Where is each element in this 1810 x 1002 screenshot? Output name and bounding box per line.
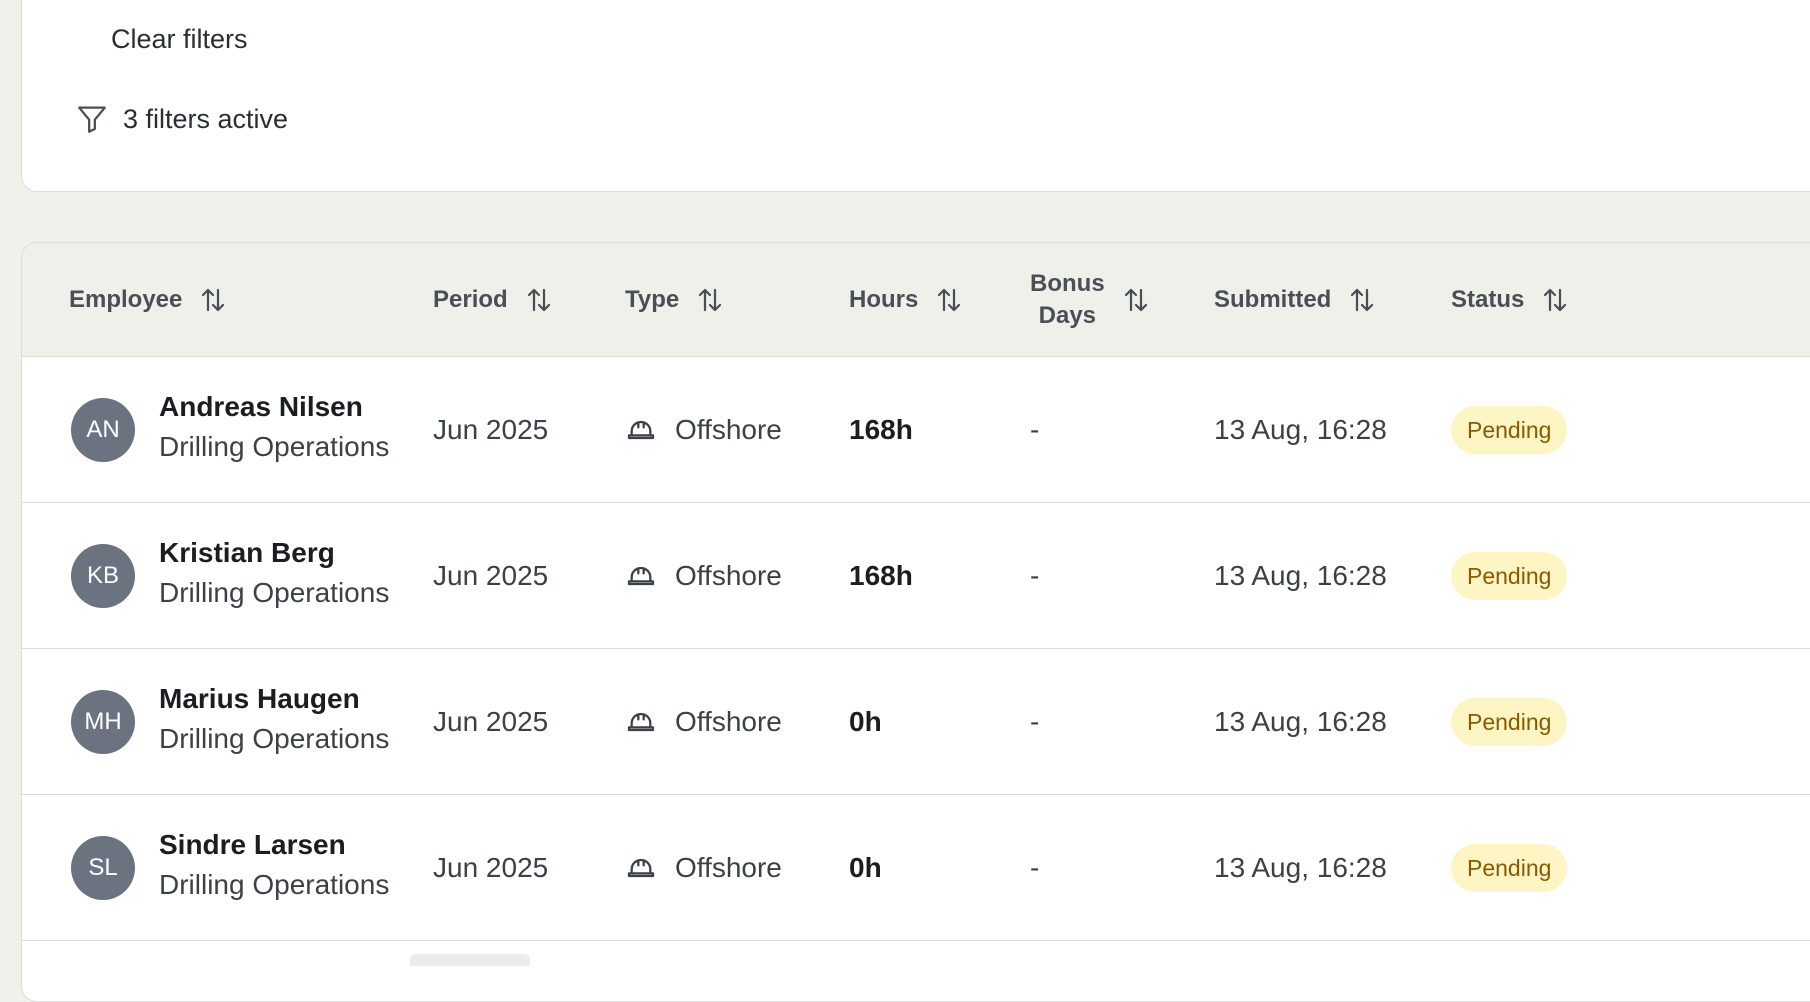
active-filters-text: 3 filters active	[123, 103, 289, 134]
period-cell: Jun 2025	[433, 560, 549, 591]
hours-cell: 0h	[849, 706, 882, 737]
status-badge: Pending	[1451, 406, 1568, 454]
column-header-label-line: Days	[1038, 302, 1097, 329]
column-header-label: Hours	[849, 286, 919, 313]
hard-hat-icon	[627, 420, 655, 440]
employee-department: Drilling Operations	[159, 723, 390, 754]
type-label: Offshore	[675, 560, 782, 591]
status-cell: Pending	[1451, 503, 1568, 649]
column-header-bonus-days[interactable]: Bonus Days	[1030, 243, 1151, 357]
hours-cell: 168h	[849, 560, 913, 591]
column-header-submitted[interactable]: Submitted	[1214, 243, 1377, 357]
type-cell: Offshore	[625, 357, 782, 503]
avatar: SL	[71, 836, 135, 900]
employee-name[interactable]: Marius Haugen	[159, 683, 389, 715]
employee-department: Drilling Operations	[159, 577, 390, 608]
hard-hat-icon	[627, 858, 655, 878]
submitted-cell: 13 Aug, 16:28	[1214, 560, 1387, 591]
status-cell: Pending	[1451, 649, 1568, 795]
sort-arrows-icon[interactable]	[695, 285, 725, 315]
employee-name[interactable]: Kristian Berg	[159, 537, 389, 569]
submitted-cell: 13 Aug, 16:28	[1214, 706, 1387, 737]
status-badge: Pending	[1451, 698, 1568, 746]
type-cell: Offshore	[625, 649, 782, 795]
avatar: AN	[71, 398, 135, 462]
employee-cell: Kristian Berg Drilling Operations	[159, 537, 389, 609]
type-label: Offshore	[675, 706, 782, 737]
table-row[interactable]: KB Kristian Berg Drilling Operations Jun…	[22, 503, 1810, 649]
bonus-days-cell: -	[1030, 706, 1040, 737]
status-badge: Pending	[1451, 552, 1568, 600]
sort-arrows-icon[interactable]	[198, 285, 228, 315]
column-header-label: Employee	[69, 286, 183, 313]
sort-arrows-icon[interactable]	[934, 285, 964, 315]
status-cell: Pending	[1451, 357, 1568, 503]
column-header-status[interactable]: Status	[1451, 243, 1570, 357]
hours-cell: 168h	[849, 414, 913, 445]
submitted-cell: 13 Aug, 16:28	[1214, 852, 1387, 883]
table-row[interactable]: SL Sindre Larsen Drilling Operations Jun…	[22, 795, 1810, 941]
bonus-days-cell: -	[1030, 414, 1040, 445]
hours-cell: 0h	[849, 852, 882, 883]
active-filters-indicator: 3 filters active	[75, 102, 288, 136]
filter-icon	[78, 106, 106, 133]
hard-hat-icon	[627, 712, 655, 732]
column-header-employee[interactable]: Employee	[69, 243, 228, 357]
sort-arrows-icon[interactable]	[1121, 285, 1151, 315]
column-header-label-line: Bonus	[1030, 270, 1105, 297]
period-cell: Jun 2025	[433, 414, 549, 445]
employee-name[interactable]: Sindre Larsen	[159, 829, 389, 861]
column-header-label: Status	[1451, 286, 1525, 313]
column-header-label: Submitted	[1214, 286, 1332, 313]
column-header-period[interactable]: Period	[433, 243, 554, 357]
period-cell: Jun 2025	[433, 852, 549, 883]
employee-cell: Sindre Larsen Drilling Operations	[159, 829, 389, 901]
employee-department: Drilling Operations	[159, 431, 390, 462]
filter-panel: Clear filters 3 filters active	[21, 0, 1810, 192]
employee-cell: Marius Haugen Drilling Operations	[159, 683, 389, 755]
status-cell: Pending	[1451, 795, 1568, 941]
employee-cell: Andreas Nilsen Drilling Operations	[159, 391, 389, 463]
column-header-label: Bonus Days	[1030, 268, 1105, 332]
column-header-label: Period	[433, 286, 508, 313]
submitted-cell: 13 Aug, 16:28	[1214, 414, 1387, 445]
table-header: Employee Period Type Hours Bonus Days Su…	[22, 243, 1810, 357]
hard-hat-icon	[627, 566, 655, 586]
employee-department: Drilling Operations	[159, 869, 390, 900]
type-label: Offshore	[675, 852, 782, 883]
table-row[interactable]: AN Andreas Nilsen Drilling Operations Ju…	[22, 357, 1810, 503]
avatar: MH	[71, 690, 135, 754]
type-label: Offshore	[675, 414, 782, 445]
sort-arrows-icon[interactable]	[1540, 285, 1570, 315]
column-header-hours[interactable]: Hours	[849, 243, 964, 357]
table-row[interactable]: MH Marius Haugen Drilling Operations Jun…	[22, 649, 1810, 795]
type-cell: Offshore	[625, 503, 782, 649]
type-cell: Offshore	[625, 795, 782, 941]
bonus-days-cell: -	[1030, 852, 1040, 883]
next-row-badge-peek	[410, 954, 530, 966]
clear-filters-button[interactable]: Clear filters	[89, 17, 270, 61]
status-badge: Pending	[1451, 844, 1568, 892]
avatar: KB	[71, 544, 135, 608]
sort-arrows-icon[interactable]	[524, 285, 554, 315]
employee-name[interactable]: Andreas Nilsen	[159, 391, 389, 423]
bonus-days-cell: -	[1030, 560, 1040, 591]
period-cell: Jun 2025	[433, 706, 549, 737]
column-header-label: Type	[625, 286, 680, 313]
sort-arrows-icon[interactable]	[1347, 285, 1377, 315]
column-header-type[interactable]: Type	[625, 243, 725, 357]
timesheet-table: Employee Period Type Hours Bonus Days Su…	[21, 242, 1810, 1002]
